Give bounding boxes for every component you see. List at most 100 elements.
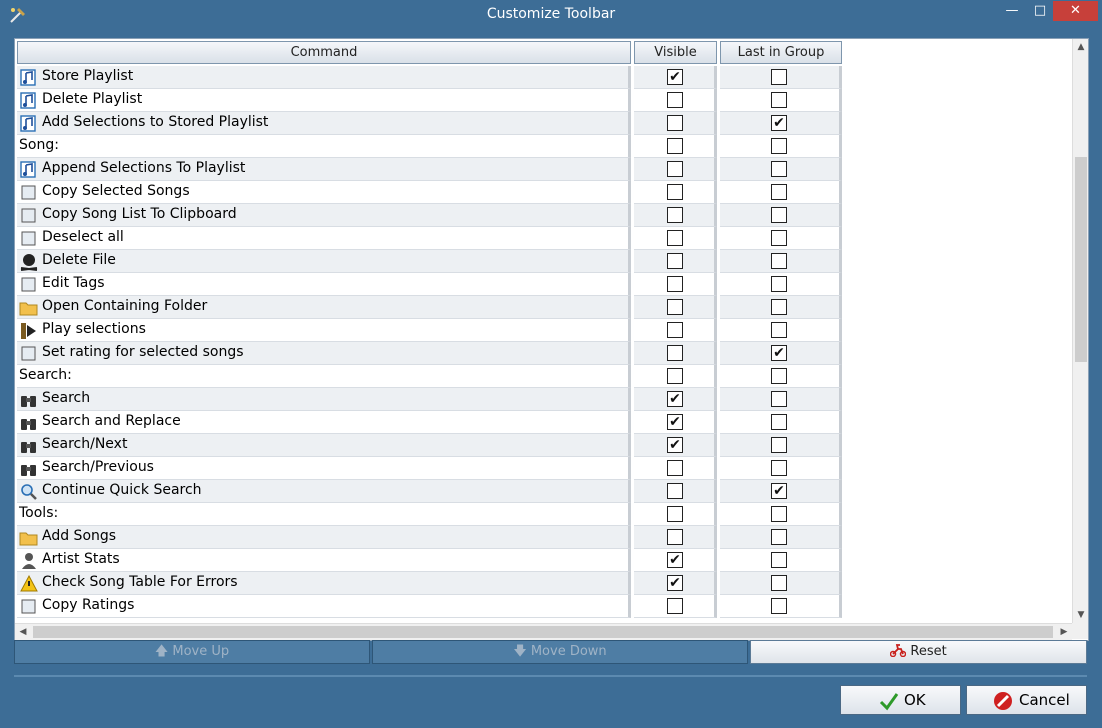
minimize-button[interactable]: —	[998, 1, 1026, 21]
visible-checkbox[interactable]	[667, 92, 683, 108]
table-row[interactable]: Search/Previous	[15, 457, 845, 480]
table-row[interactable]: Continue Quick Search ✔	[15, 480, 845, 503]
visible-checkbox[interactable]	[667, 322, 683, 338]
visible-checkbox[interactable]	[667, 345, 683, 361]
table-row[interactable]: Search ✔	[15, 388, 845, 411]
move-up-button[interactable]: 🡅 Move Up	[14, 640, 370, 664]
table-row[interactable]: Search/Next ✔	[15, 434, 845, 457]
ok-button[interactable]: OK	[840, 685, 961, 715]
column-header-command[interactable]: Command	[17, 41, 631, 64]
visible-checkbox[interactable]: ✔	[667, 391, 683, 407]
table-row[interactable]: Edit Tags	[15, 273, 845, 296]
last-in-group-checkbox[interactable]	[771, 391, 787, 407]
last-in-group-checkbox[interactable]	[771, 92, 787, 108]
table-row[interactable]: Add Songs	[15, 526, 845, 549]
last-in-group-checkbox[interactable]	[771, 506, 787, 522]
visible-checkbox[interactable]	[667, 483, 683, 499]
command-cell[interactable]: Append Selections To Playlist	[17, 158, 631, 181]
vertical-scroll-thumb[interactable]	[1075, 157, 1087, 362]
visible-checkbox[interactable]	[667, 368, 683, 384]
horizontal-scroll-thumb[interactable]	[33, 626, 1053, 638]
command-cell[interactable]: Search and Replace	[17, 411, 631, 434]
command-cell[interactable]: Delete File	[17, 250, 631, 273]
command-cell[interactable]: Copy Ratings	[17, 595, 631, 618]
command-cell[interactable]: Set rating for selected songs	[17, 342, 631, 365]
visible-checkbox[interactable]	[667, 460, 683, 476]
visible-checkbox[interactable]	[667, 598, 683, 614]
table-row[interactable]: Open Containing Folder	[15, 296, 845, 319]
column-header-last-in-group[interactable]: Last in Group	[720, 41, 842, 64]
command-cell[interactable]: Continue Quick Search	[17, 480, 631, 503]
close-button[interactable]: ✕	[1053, 1, 1098, 21]
visible-checkbox[interactable]: ✔	[667, 437, 683, 453]
table-row[interactable]: Play selections	[15, 319, 845, 342]
visible-checkbox[interactable]: ✔	[667, 69, 683, 85]
visible-checkbox[interactable]	[667, 253, 683, 269]
command-cell[interactable]: Search	[17, 388, 631, 411]
table-row[interactable]: Check Song Table For Errors ✔	[15, 572, 845, 595]
table-row[interactable]: Append Selections To Playlist	[15, 158, 845, 181]
table-row[interactable]: Copy Selected Songs	[15, 181, 845, 204]
vertical-scrollbar[interactable]: ▲ ▼	[1072, 39, 1088, 623]
visible-checkbox[interactable]	[667, 161, 683, 177]
horizontal-scrollbar[interactable]: ◀ ▶	[15, 623, 1072, 640]
table-row[interactable]: Delete File	[15, 250, 845, 273]
group-row[interactable]: Tools:	[15, 503, 845, 526]
command-cell[interactable]: Tools:	[17, 503, 631, 526]
table-row[interactable]: Add Selections to Stored Playlist ✔	[15, 112, 845, 135]
table-row[interactable]: Artist Stats ✔	[15, 549, 845, 572]
table-row[interactable]: Store Playlist ✔	[15, 66, 845, 89]
last-in-group-checkbox[interactable]: ✔	[771, 345, 787, 361]
command-cell[interactable]: Edit Tags	[17, 273, 631, 296]
last-in-group-checkbox[interactable]	[771, 138, 787, 154]
command-cell[interactable]: Add Songs	[17, 526, 631, 549]
table-row[interactable]: Copy Ratings	[15, 595, 845, 618]
last-in-group-checkbox[interactable]	[771, 276, 787, 292]
command-cell[interactable]: Play selections	[17, 319, 631, 342]
visible-checkbox[interactable]	[667, 529, 683, 545]
visible-checkbox[interactable]: ✔	[667, 414, 683, 430]
last-in-group-checkbox[interactable]: ✔	[771, 115, 787, 131]
command-cell[interactable]: Deselect all	[17, 227, 631, 250]
visible-checkbox[interactable]	[667, 230, 683, 246]
command-cell[interactable]: Check Song Table For Errors	[17, 572, 631, 595]
table-row[interactable]: Deselect all	[15, 227, 845, 250]
scroll-left-icon[interactable]: ◀	[15, 624, 31, 640]
command-cell[interactable]: Artist Stats	[17, 549, 631, 572]
visible-checkbox[interactable]: ✔	[667, 552, 683, 568]
last-in-group-checkbox[interactable]	[771, 575, 787, 591]
command-cell[interactable]: Store Playlist	[17, 66, 631, 89]
scroll-up-icon[interactable]: ▲	[1073, 39, 1088, 55]
last-in-group-checkbox[interactable]	[771, 207, 787, 223]
group-row[interactable]: Song:	[15, 135, 845, 158]
visible-checkbox[interactable]	[667, 299, 683, 315]
visible-checkbox[interactable]	[667, 138, 683, 154]
last-in-group-checkbox[interactable]	[771, 460, 787, 476]
last-in-group-checkbox[interactable]	[771, 437, 787, 453]
last-in-group-checkbox[interactable]	[771, 69, 787, 85]
move-down-button[interactable]: 🡇 Move Down	[372, 640, 748, 664]
command-cell[interactable]: Search/Previous	[17, 457, 631, 480]
visible-checkbox[interactable]	[667, 506, 683, 522]
column-header-visible[interactable]: Visible	[634, 41, 717, 64]
table-row[interactable]: Delete Playlist	[15, 89, 845, 112]
table-row[interactable]: Set rating for selected songs ✔	[15, 342, 845, 365]
last-in-group-checkbox[interactable]: ✔	[771, 483, 787, 499]
command-cell[interactable]: Song:	[17, 135, 631, 158]
last-in-group-checkbox[interactable]	[771, 299, 787, 315]
visible-checkbox[interactable]	[667, 115, 683, 131]
last-in-group-checkbox[interactable]	[771, 184, 787, 200]
last-in-group-checkbox[interactable]	[771, 253, 787, 269]
last-in-group-checkbox[interactable]	[771, 414, 787, 430]
last-in-group-checkbox[interactable]	[771, 161, 787, 177]
scroll-right-icon[interactable]: ▶	[1056, 624, 1072, 640]
group-row[interactable]: Search:	[15, 365, 845, 388]
visible-checkbox[interactable]: ✔	[667, 575, 683, 591]
last-in-group-checkbox[interactable]	[771, 230, 787, 246]
last-in-group-checkbox[interactable]	[771, 368, 787, 384]
visible-checkbox[interactable]	[667, 184, 683, 200]
command-cell[interactable]: Open Containing Folder	[17, 296, 631, 319]
maximize-button[interactable]: □	[1026, 1, 1054, 21]
visible-checkbox[interactable]	[667, 207, 683, 223]
cancel-button[interactable]: Cancel	[966, 685, 1087, 715]
